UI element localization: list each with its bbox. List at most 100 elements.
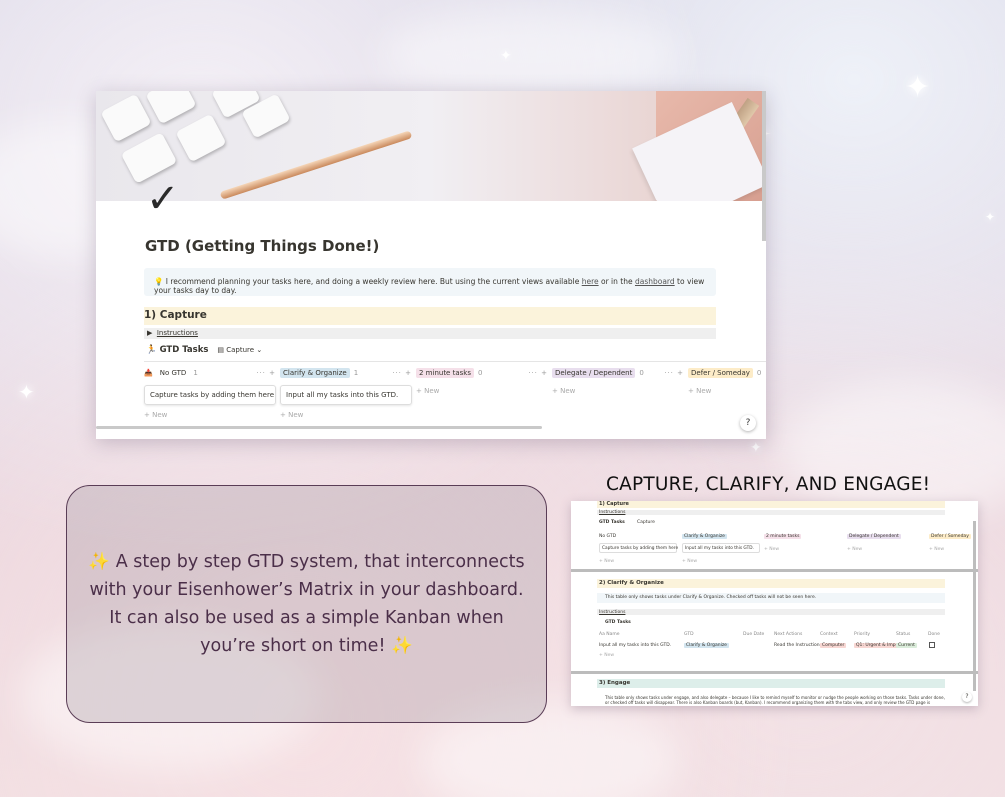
column-label: 2 minute tasks (416, 368, 474, 378)
table-cell-next-actions[interactable]: Read the Instructions. (774, 643, 823, 648)
table-cell-context[interactable]: Computer (820, 643, 847, 648)
new-card-button[interactable]: + New (682, 559, 697, 564)
section-divider (571, 671, 978, 674)
description-text: ✨ A step by step GTD system, that interc… (88, 552, 525, 656)
sparkle-icon: ✦ (500, 48, 512, 64)
column-count: 1 (353, 369, 359, 377)
instructions-toggle[interactable]: Instructions (599, 510, 625, 515)
column-count: 1 (193, 369, 198, 377)
table-cell-name[interactable]: Input all my tasks into this GTD. (599, 643, 671, 648)
callout-link-here[interactable]: here (582, 277, 599, 286)
new-card-button[interactable]: + New (929, 547, 944, 552)
callout-text: or in the (598, 277, 635, 286)
board-column-clarify: Clarify & Organize 1 ··· + Input all my … (280, 367, 412, 419)
board-column-no-gtd: 📥 No GTD 1 ··· + Capture tasks by adding… (144, 367, 276, 419)
table-header: Status (896, 632, 911, 637)
instructions-toggle[interactable]: Instructions (599, 610, 625, 615)
column-label: 2 minute tasks (764, 534, 802, 539)
feature-heading: CAPTURE, CLARIFY, AND ENGAGE! (606, 474, 931, 495)
board-column-defer: Defer / Someday 0 + New (688, 367, 766, 395)
database-title-text: GTD Tasks (159, 345, 209, 355)
sparkle-icon: ✦ (750, 440, 762, 456)
cover-image (96, 91, 766, 201)
new-card-button[interactable]: + New (688, 387, 766, 395)
section-heading-capture: 1) Capture (144, 307, 716, 325)
column-label: Defer / Someday (929, 534, 971, 539)
toggle-label: Instructions (156, 329, 198, 337)
column-count: 0 (477, 369, 483, 377)
description-box: ✨ A step by step GTD system, that interc… (66, 485, 547, 723)
table-icon: ▤ (217, 346, 225, 354)
new-card-button[interactable]: + New (847, 547, 862, 552)
column-actions[interactable]: ··· + (528, 369, 548, 377)
column-label: Delegate / Dependent (552, 368, 636, 378)
sparkle-icon: ✦ (985, 210, 996, 224)
column-label: Clarify & Organize (682, 534, 727, 539)
keyboard-key (145, 91, 197, 125)
board-card[interactable]: Input all my tasks into this GTD. (682, 543, 760, 553)
column-label: Delegate / Dependent (847, 534, 901, 539)
board-card[interactable]: Input all my tasks into this GTD. (280, 385, 412, 405)
database-title[interactable]: GTD Tasks (605, 620, 631, 625)
column-label: No GTD (159, 369, 187, 377)
column-count: 0 (756, 369, 762, 377)
new-card-button[interactable]: + New (599, 559, 614, 564)
vertical-scrollbar[interactable] (762, 91, 766, 241)
callout-text: This table only shows tasks under Clarif… (605, 595, 817, 600)
new-card-button[interactable]: + New (764, 547, 779, 552)
column-count: 0 (639, 369, 644, 377)
section-heading-clarify: 2) Clarify & Organize (599, 580, 664, 586)
keyboard-key (100, 93, 152, 143)
chevron-down-icon: ⌄ (256, 346, 263, 354)
new-card-button[interactable]: + New (416, 387, 548, 395)
table-header: Aa Name (599, 632, 620, 637)
board-column-delegate: Delegate / Dependent 0 ··· + + New (552, 367, 684, 395)
callout: 💡 I recommend planning your tasks here, … (144, 268, 716, 296)
view-name: Capture (226, 346, 255, 354)
sparkle-icon: ✦ (905, 70, 931, 105)
new-card-button[interactable]: + New (552, 387, 684, 395)
vertical-scrollbar[interactable] (973, 521, 976, 691)
section-heading-capture: 1) Capture (599, 501, 629, 507)
column-actions[interactable]: ··· + (256, 369, 276, 377)
board-column-2min: 2 minute tasks 0 ··· + + New (416, 367, 548, 395)
triangle-right-icon: ▶ (147, 329, 153, 337)
cloud (780, 380, 1005, 520)
page-title: GTD (Getting Things Done!) (145, 237, 380, 255)
new-row-button[interactable]: + New (599, 653, 614, 658)
help-button[interactable]: ? (962, 692, 972, 702)
database-title[interactable]: GTD Tasks (599, 520, 625, 525)
cloud (380, 10, 680, 100)
horizontal-scrollbar[interactable] (96, 426, 542, 429)
sparkle-icon: ✦ (18, 380, 35, 404)
table-header: Next Actions (774, 632, 803, 637)
pen-image (219, 130, 413, 200)
board-card[interactable]: Capture tasks by adding them here (144, 385, 276, 405)
section-divider (571, 569, 978, 572)
table-header: GTD (684, 632, 694, 637)
column-actions[interactable]: ··· + (392, 369, 412, 377)
callout-text: or checked off tasks will disappear. The… (605, 700, 931, 705)
table-cell-gtd[interactable]: Clarify & Organize (684, 643, 729, 648)
column-label: No GTD (599, 534, 617, 539)
table-header: Done (928, 632, 940, 637)
instructions-toggle[interactable]: ▶ Instructions (144, 328, 716, 339)
new-card-button[interactable]: + New (144, 411, 276, 419)
table-cell-status[interactable]: Current (896, 643, 917, 648)
table-header: Context (820, 632, 838, 637)
done-checkbox[interactable] (929, 642, 935, 648)
gtd-page-screenshot: ✓ GTD (Getting Things Done!) 💡 I recomme… (96, 91, 766, 439)
database-title[interactable]: 🏃 GTD Tasks ▤ Capture ⌄ (146, 345, 262, 355)
board-divider (144, 361, 766, 362)
runner-icon: 🏃 (146, 345, 157, 355)
column-label: Clarify & Organize (280, 368, 350, 378)
board-card[interactable]: Capture tasks by adding them here (599, 543, 678, 553)
view-name[interactable]: Capture (637, 520, 655, 525)
callout-link-dashboard[interactable]: dashboard (635, 277, 675, 286)
view-selector[interactable]: ▤ Capture ⌄ (217, 346, 262, 354)
help-button[interactable]: ? (740, 415, 756, 431)
keyboard-key (175, 113, 227, 163)
column-actions[interactable]: ··· + (664, 369, 684, 377)
table-header: Due Date (743, 632, 765, 637)
new-card-button[interactable]: + New (280, 411, 412, 419)
